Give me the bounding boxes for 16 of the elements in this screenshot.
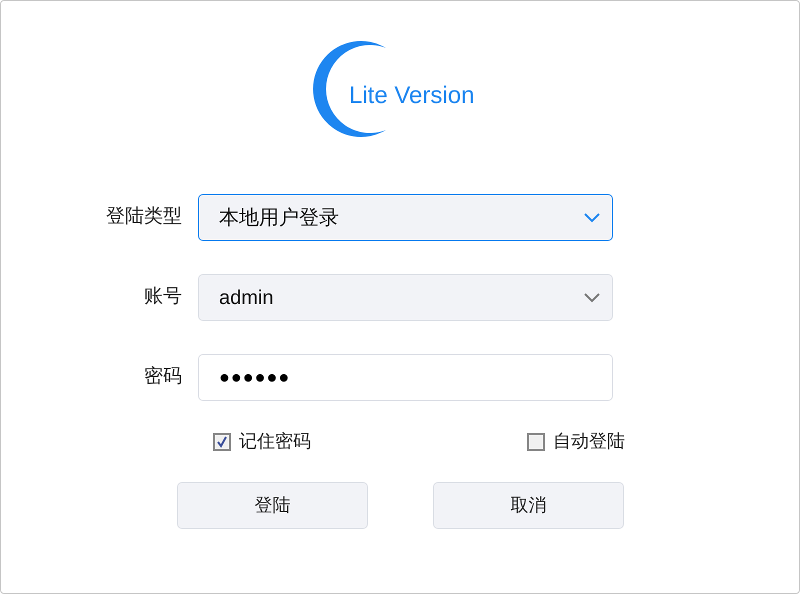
checkbox-label: 记住密码 [239, 430, 311, 453]
logo-text: Lite Version [349, 81, 474, 111]
checkbox-label: 自动登陆 [553, 430, 625, 453]
field-label: 账号 [143, 285, 183, 310]
action-button[interactable]: 取消 [433, 482, 624, 529]
dropdown-field[interactable]: admin [198, 274, 613, 321]
checkbox[interactable] [527, 432, 545, 450]
chevron-down-icon [584, 292, 600, 302]
field-label: 密码 [143, 365, 183, 390]
check-icon [216, 436, 228, 448]
action-button[interactable]: 登陆 [177, 482, 368, 529]
chevron-down-icon [584, 212, 600, 222]
field-label: 登陆类型 [105, 205, 183, 230]
dropdown-field[interactable]: 本地用户登录 [198, 194, 613, 241]
password-field[interactable]: ●●●●●● [198, 354, 613, 401]
checkbox[interactable] [213, 432, 231, 450]
